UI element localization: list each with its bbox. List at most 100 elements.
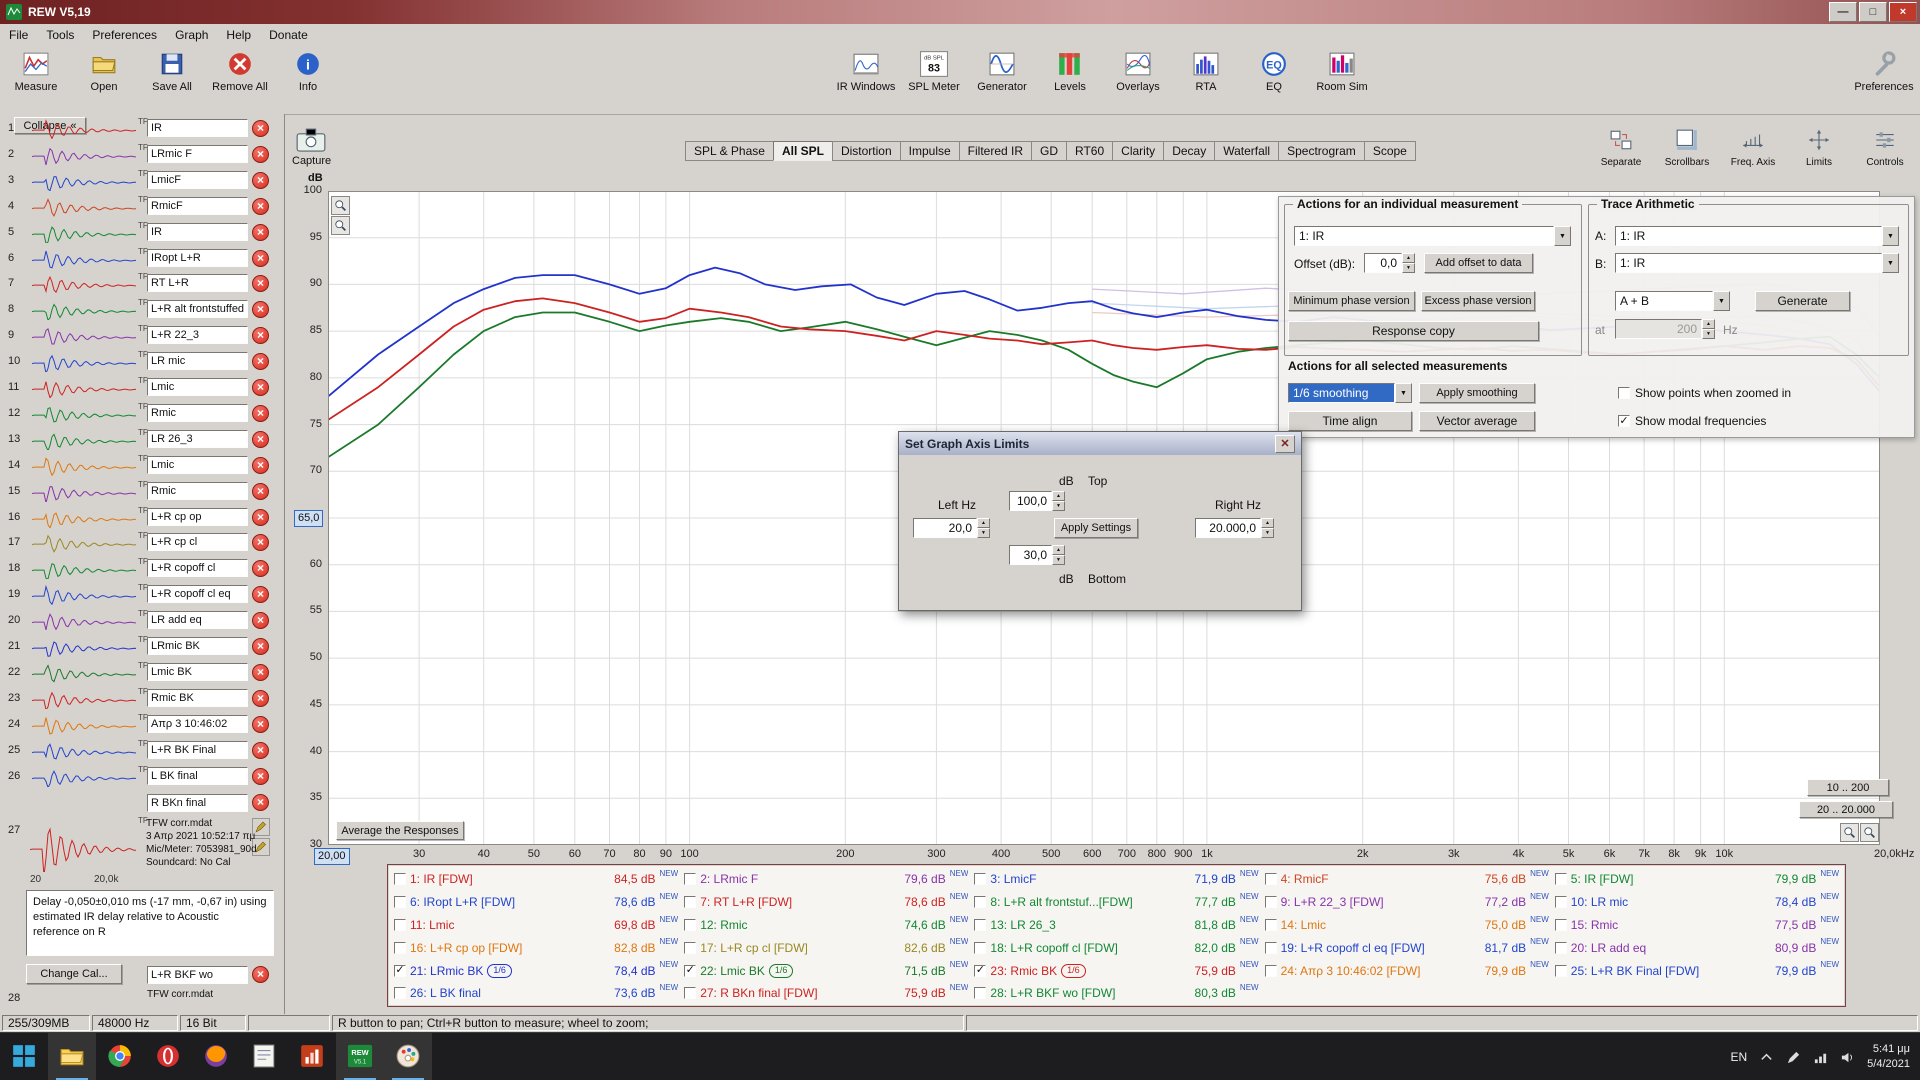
close-button[interactable]: × <box>1889 2 1917 22</box>
eq-button[interactable]: EQEQ <box>1246 50 1302 93</box>
legend-checkbox[interactable] <box>394 942 406 954</box>
offset-spinner[interactable]: 0,0 <box>1364 253 1415 273</box>
delete-measurement-button[interactable] <box>252 612 269 629</box>
delete-measurement-button[interactable] <box>252 690 269 707</box>
legend-checkbox[interactable] <box>1265 873 1277 885</box>
tab-clarity[interactable]: Clarity <box>1112 141 1164 161</box>
average-responses-button[interactable]: Average the Responses <box>336 821 464 840</box>
time-align-button[interactable]: Time align <box>1288 411 1412 431</box>
measurement-name-field[interactable]: L+R copoff cl <box>147 559 248 577</box>
tab-gd[interactable]: GD <box>1031 141 1067 161</box>
measurement-thumbnail[interactable] <box>32 377 136 398</box>
measurement-thumbnail[interactable] <box>30 816 136 872</box>
delete-measurement-button[interactable] <box>252 638 269 655</box>
measurement-name-field[interactable]: L+R BK Final <box>147 741 248 759</box>
tab-waterfall[interactable]: Waterfall <box>1214 141 1279 161</box>
menu-graph[interactable]: Graph <box>166 26 217 44</box>
measurement-thumbnail[interactable] <box>32 118 136 139</box>
menu-donate[interactable]: Donate <box>260 26 317 44</box>
trace-a-select[interactable]: 1: IR <box>1615 226 1899 246</box>
measurement-thumbnail[interactable] <box>32 636 136 657</box>
smoothing-select[interactable]: 1/6 smoothing <box>1288 383 1412 403</box>
delete-measurement-button[interactable] <box>252 768 269 785</box>
delete-measurement-button[interactable] <box>252 301 269 318</box>
clock[interactable]: 5:41 μμ 5/4/2021 <box>1867 1042 1910 1072</box>
open-button[interactable]: Open <box>76 50 132 93</box>
delete-measurement-button[interactable] <box>252 966 269 983</box>
separate-button[interactable]: Separate <box>1592 128 1650 168</box>
legend-checkbox[interactable] <box>684 919 696 931</box>
measurement-thumbnail[interactable] <box>32 325 136 346</box>
start-button[interactable] <box>0 1033 48 1080</box>
measurement-name-field[interactable]: L+R cp op <box>147 508 248 526</box>
measurement-thumbnail[interactable] <box>32 481 136 502</box>
spin-up-icon[interactable] <box>977 518 990 528</box>
tab-decay[interactable]: Decay <box>1163 141 1215 161</box>
menu-file[interactable]: File <box>0 26 37 44</box>
measurement-name-field[interactable]: Rmic BK <box>147 689 248 707</box>
legend-checkbox[interactable] <box>684 942 696 954</box>
minimize-button[interactable]: — <box>1829 2 1857 22</box>
rta-button[interactable]: RTA <box>1178 50 1234 93</box>
tab-filtered-ir[interactable]: Filtered IR <box>959 141 1032 161</box>
delete-measurement-button[interactable] <box>252 586 269 603</box>
spin-down-icon[interactable] <box>977 528 990 538</box>
measurement-thumbnail[interactable] <box>32 740 136 761</box>
delete-measurement-button[interactable] <box>252 146 269 163</box>
measurement-name-field[interactable]: LR mic <box>147 352 248 370</box>
measurement-name-field[interactable]: LRmic BK <box>147 637 248 655</box>
legend-checkbox[interactable] <box>394 987 406 999</box>
measurement-thumbnail[interactable] <box>32 688 136 709</box>
measurement-thumbnail[interactable] <box>32 662 136 683</box>
measurement-name-field[interactable]: IR <box>147 223 248 241</box>
ir-windows-button[interactable]: IR Windows <box>838 50 894 93</box>
close-icon[interactable]: ✕ <box>1275 435 1295 453</box>
info-button[interactable]: iInfo <box>280 50 336 93</box>
measurement-name-field[interactable]: RmicF <box>147 197 248 215</box>
legend-checkbox[interactable] <box>974 987 986 999</box>
measurement-thumbnail[interactable] <box>32 351 136 372</box>
delete-measurement-button[interactable] <box>252 327 269 344</box>
rew-app[interactable]: REWV5.1 <box>336 1033 384 1080</box>
hidden-icons-caret-icon[interactable] <box>1759 1050 1774 1065</box>
volume-icon[interactable] <box>1840 1050 1855 1065</box>
freq-axis-button[interactable]: Freq. Axis <box>1724 128 1782 168</box>
spin-up-icon[interactable] <box>1052 545 1065 555</box>
delete-measurement-button[interactable] <box>252 224 269 241</box>
legend-checkbox[interactable] <box>1265 919 1277 931</box>
vector-average-button[interactable]: Vector average <box>1419 411 1535 431</box>
measurement-thumbnail[interactable] <box>32 403 136 424</box>
spin-down-icon[interactable] <box>1052 555 1065 565</box>
delete-measurement-button[interactable] <box>252 560 269 577</box>
at-frequency-spinner[interactable]: 200 <box>1615 319 1715 339</box>
measurement-thumbnail[interactable] <box>32 610 136 631</box>
delete-measurement-button[interactable] <box>252 198 269 215</box>
left-hz-spinner[interactable]: 20,0 <box>913 518 990 538</box>
legend-checkbox[interactable] <box>684 873 696 885</box>
menu-preferences[interactable]: Preferences <box>83 26 166 44</box>
legend-checkbox[interactable] <box>1265 896 1277 908</box>
delete-measurement-button[interactable] <box>252 794 269 811</box>
measurement-name-field[interactable]: L+R alt frontstuffed <box>147 300 248 318</box>
measurement-thumbnail[interactable] <box>32 196 136 217</box>
delete-measurement-button[interactable] <box>252 664 269 681</box>
measurement-name-field[interactable]: R BKn final <box>147 794 248 812</box>
generator-button[interactable]: Generator <box>974 50 1030 93</box>
limits-button[interactable]: Limits <box>1790 128 1848 168</box>
show-modal-checkbox[interactable]: Show modal frequencies <box>1618 414 1766 428</box>
tab-rt60[interactable]: RT60 <box>1066 141 1113 161</box>
pen-tray-icon[interactable] <box>1786 1050 1801 1065</box>
zoom-out-icon[interactable] <box>1860 823 1879 842</box>
legend-checkbox[interactable] <box>1555 942 1567 954</box>
legend-checkbox[interactable] <box>394 873 406 885</box>
tab-spl-phase[interactable]: SPL & Phase <box>685 141 774 161</box>
measurement-thumbnail[interactable] <box>32 455 136 476</box>
delete-measurement-button[interactable] <box>252 742 269 759</box>
notes-app[interactable] <box>240 1033 288 1080</box>
measurement-name-field[interactable]: IR <box>147 119 248 137</box>
legend-checkbox[interactable] <box>974 873 986 885</box>
right-hz-spinner[interactable]: 20.000,0 <box>1195 518 1274 538</box>
delete-measurement-button[interactable] <box>252 172 269 189</box>
measurement-name-field[interactable]: LR 26_3 <box>147 430 248 448</box>
legend-checkbox[interactable] <box>394 965 406 977</box>
